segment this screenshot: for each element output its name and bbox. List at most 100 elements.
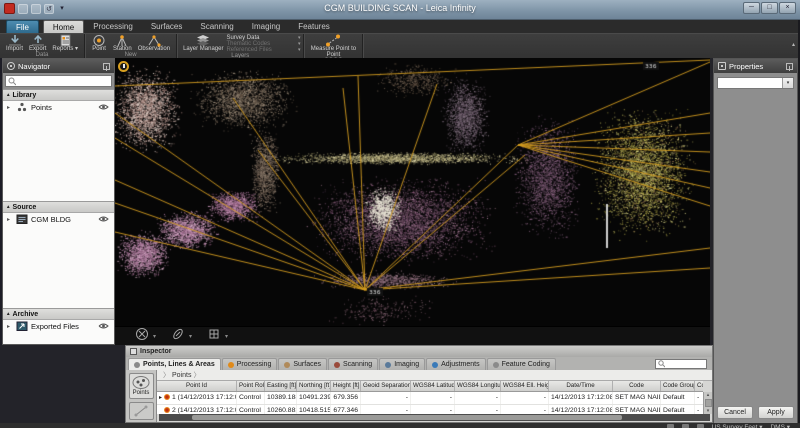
- import-button[interactable]: Import: [3, 34, 26, 52]
- cancel-button[interactable]: Cancel: [717, 406, 753, 419]
- ribbon-collapse-icon[interactable]: ▴: [792, 41, 795, 48]
- control-point-icon: [164, 407, 170, 413]
- section-header-source[interactable]: ▴Source: [3, 201, 114, 213]
- 3d-viewport[interactable]: ▾ ▾ ▾: [115, 58, 710, 345]
- chevron-down-icon[interactable]: ▾: [189, 333, 192, 340]
- point-button[interactable]: Point: [88, 34, 110, 52]
- inspector-search[interactable]: [655, 359, 707, 369]
- attachment-button[interactable]: ▾: [171, 327, 192, 346]
- cell-point-role: Control: [237, 405, 265, 414]
- navigator-search-input[interactable]: [18, 78, 109, 85]
- compass-icon[interactable]: [118, 61, 129, 72]
- horizontal-scrollbar[interactable]: [159, 414, 710, 421]
- breadcrumb[interactable]: 〉 Points 〉: [157, 370, 712, 381]
- inspector-tab-imaging[interactable]: Imaging: [379, 358, 425, 370]
- side-tab-lines[interactable]: [129, 402, 154, 420]
- status-item-dms[interactable]: DMS ▾: [770, 423, 790, 428]
- inspector-search-input[interactable]: [667, 361, 704, 368]
- cell-code: SET MAG NAIL: [613, 405, 661, 414]
- pin-icon[interactable]: [103, 63, 110, 70]
- column-header-wgs84-longitude[interactable]: WGS84 Longitude [°]: [455, 381, 501, 391]
- properties-dropdown[interactable]: ▾: [717, 77, 794, 89]
- pin-icon[interactable]: [786, 63, 793, 70]
- column-header-easting-ft[interactable]: Easting [ft]: [265, 381, 297, 391]
- scanning-icon: [334, 362, 340, 368]
- status-icon[interactable]: [697, 424, 704, 428]
- chevron-down-icon[interactable]: ▾: [153, 333, 156, 340]
- maximize-button[interactable]: □: [761, 2, 778, 14]
- measure-point-to-point-button[interactable]: Measure Point to Point: [307, 34, 359, 58]
- nav-item-cgm-bldg[interactable]: ▸CGM BLDG: [3, 213, 114, 226]
- cell-wgs84-ell-height-ft: -: [501, 405, 549, 414]
- row-expander-icon[interactable]: ▸: [159, 395, 162, 401]
- tab-scanning[interactable]: Scanning: [191, 20, 242, 33]
- layer-manager-button[interactable]: Layer Manager: [180, 34, 226, 52]
- column-header-date-time[interactable]: Date/Time: [549, 381, 613, 391]
- status-item-us-survey-feet[interactable]: US Survey Feet ▾: [712, 423, 763, 428]
- section-body-library: ▸Points: [3, 101, 114, 201]
- section-header-library[interactable]: ▴Library: [3, 89, 114, 101]
- column-header-code-group[interactable]: Code Group: [661, 381, 695, 391]
- tab-imaging[interactable]: Imaging: [243, 20, 289, 33]
- inspector-tab-surfaces[interactable]: Surfaces: [278, 358, 327, 370]
- inspector-tab-processing[interactable]: Processing: [222, 358, 278, 370]
- status-icon[interactable]: [682, 424, 689, 428]
- minimize-button[interactable]: ─: [743, 2, 760, 14]
- expander-icon[interactable]: ▸: [7, 104, 13, 111]
- inspector-tab-bar: Points, Lines & AreasProcessingSurfacesS…: [126, 357, 712, 370]
- tab-features[interactable]: Features: [289, 20, 339, 33]
- column-header-northing-ft[interactable]: Northing [ft]: [297, 381, 331, 391]
- chevron-down-icon[interactable]: ▾: [782, 78, 793, 88]
- point-cloud-canvas[interactable]: [115, 58, 710, 345]
- dock-area: [0, 345, 125, 423]
- section-header-archive[interactable]: ▴Archive: [3, 308, 114, 320]
- reports-button[interactable]: Reports ▾: [49, 34, 81, 52]
- expander-icon[interactable]: ▸: [7, 323, 13, 330]
- export-button[interactable]: Export: [26, 34, 49, 52]
- apply-button[interactable]: Apply: [758, 406, 794, 419]
- visibility-eye-icon[interactable]: [98, 322, 109, 332]
- tab-file[interactable]: File: [6, 20, 39, 33]
- nav-item-points[interactable]: ▸Points: [3, 101, 114, 114]
- column-header-height-ft[interactable]: Height [ft]: [331, 381, 361, 391]
- section-body-archive: ▸Exported Files: [3, 320, 114, 344]
- observation-button[interactable]: Observation: [135, 34, 173, 52]
- chevron-down-icon[interactable]: ▾: [225, 333, 228, 340]
- inspector-tab-adjustments[interactable]: Adjustments: [426, 358, 486, 370]
- inspector-tab-feature-coding[interactable]: Feature Coding: [487, 358, 556, 370]
- expander-icon[interactable]: ▸: [7, 216, 13, 223]
- column-header-point-id[interactable]: Point Id: [157, 381, 237, 391]
- tab-processing[interactable]: Processing: [84, 20, 142, 33]
- reports-icon: [57, 34, 73, 46]
- tab-surfaces[interactable]: Surfaces: [142, 20, 192, 33]
- tab-home[interactable]: Home: [43, 20, 84, 33]
- cell-date-time: 14/12/2013 17:12:08: [549, 392, 613, 404]
- cell-code: SET MAG NAIL: [613, 392, 661, 404]
- visibility-eye-icon[interactable]: [98, 215, 109, 225]
- processing-icon: [228, 362, 234, 368]
- navigator-search[interactable]: [5, 75, 112, 87]
- column-header-geoid-separation-ft[interactable]: Geoid Separation [ft]: [361, 381, 411, 391]
- orbit-view-button[interactable]: ▾: [135, 327, 156, 346]
- table-row[interactable]: ▸1 (14/12/2013 17:12:08)Control10389.188…: [157, 392, 703, 405]
- cell-wgs84-latitude: -: [411, 405, 455, 414]
- inspector-tab-scanning[interactable]: Scanning: [328, 358, 378, 370]
- column-header-code[interactable]: Code: [613, 381, 661, 391]
- visibility-eye-icon[interactable]: [98, 103, 109, 113]
- column-header-point-role[interactable]: Point Role: [237, 381, 265, 391]
- station-button[interactable]: Station: [110, 34, 135, 52]
- side-tab-points[interactable]: Points: [129, 373, 154, 399]
- table-row[interactable]: 2 (14/12/2013 17:12:08)Control10260.8831…: [157, 405, 703, 414]
- vertical-scrollbar[interactable]: ▴▾: [703, 392, 712, 414]
- close-button[interactable]: ×: [779, 2, 796, 14]
- status-icon[interactable]: [667, 424, 674, 428]
- view-settings-button[interactable]: ▾: [207, 327, 228, 346]
- nav-item-exported-files[interactable]: ▸Exported Files: [3, 320, 114, 333]
- breadcrumb-item[interactable]: Points: [172, 372, 191, 379]
- status-bar: US Survey Feet ▾ DMS ▾: [0, 423, 800, 428]
- column-header-co[interactable]: Co: [695, 381, 703, 391]
- cell-date-time: 14/12/2013 17:12:08: [549, 405, 613, 414]
- column-header-wgs84-latitude[interactable]: WGS84 Latitude [°]: [411, 381, 455, 391]
- column-header-wgs84-ell-height-ft[interactable]: WGS84 Ell. Height [ft]: [501, 381, 549, 391]
- inspector-tab-points-lines-areas[interactable]: Points, Lines & Areas: [128, 358, 221, 370]
